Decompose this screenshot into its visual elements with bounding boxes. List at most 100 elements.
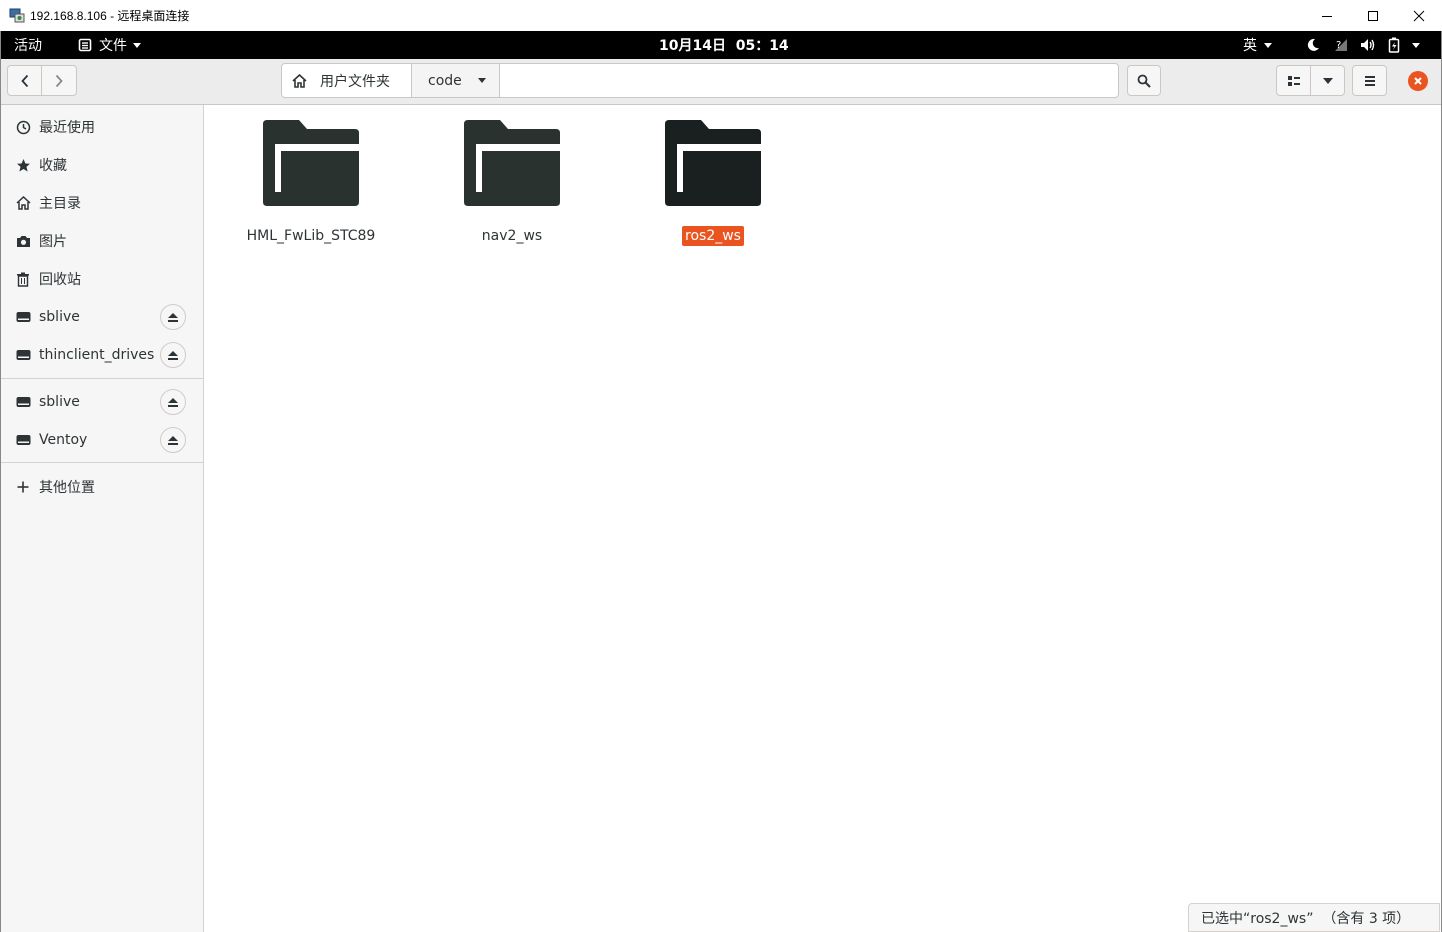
sidebar-item-sblive-2[interactable]: sblive <box>1 385 203 419</box>
folder-item[interactable]: HML_FwLib_STC89 <box>236 120 386 245</box>
input-method-label: 英 <box>1243 38 1257 54</box>
system-menu-button[interactable]: ? <box>1306 31 1420 59</box>
maximize-icon <box>1368 10 1378 21</box>
sidebar-item-sblive[interactable]: sblive <box>1 300 203 334</box>
close-icon <box>1413 10 1425 21</box>
volume-icon <box>1361 39 1375 51</box>
file-manager-icon <box>78 38 92 52</box>
input-method-button[interactable]: 英 <box>1243 31 1272 59</box>
clock-button[interactable]: 10月14日 05：14 <box>659 31 789 59</box>
sidebar-item-starred[interactable]: 收藏 <box>1 148 203 182</box>
drive-icon <box>15 394 31 410</box>
folder-icon <box>665 120 761 206</box>
chevron-down-icon <box>1264 42 1272 48</box>
maximize-button[interactable] <box>1350 0 1396 31</box>
chevron-right-icon <box>55 74 63 87</box>
sidebar-item-label: Ventoy <box>39 432 88 448</box>
nautilus-close-button[interactable] <box>1408 71 1428 91</box>
path-bar: 用户文件夹 code <box>281 63 1119 98</box>
eject-icon <box>168 435 178 445</box>
path-current-button[interactable]: code <box>412 64 500 97</box>
battery-icon <box>1388 37 1400 53</box>
sidebar-item-recent[interactable]: 最近使用 <box>1 110 203 144</box>
sidebar-separator <box>1 378 203 379</box>
sidebar-item-label: sblive <box>39 394 80 410</box>
drive-icon <box>15 347 31 363</box>
sidebar-item-label: 其他位置 <box>39 480 95 496</box>
folder-name: HML_FwLib_STC89 <box>246 228 376 244</box>
chevron-down-icon <box>133 42 141 48</box>
main-menu-button[interactable] <box>1352 65 1387 96</box>
sidebar-item-thinclient-drives[interactable]: thinclient_drives <box>1 338 203 372</box>
folder-item-selected[interactable]: ros2_ws <box>638 120 788 246</box>
chevron-down-icon <box>1322 77 1333 84</box>
eject-button[interactable] <box>160 427 186 453</box>
selection-status: 已选中“ros2_ws” （含有 3 项） <box>1188 903 1440 932</box>
forward-button[interactable] <box>41 65 77 96</box>
places-sidebar: 最近使用 收藏 主目录 图片 回收站 sblive thinclient_dri… <box>1 105 204 932</box>
camera-icon <box>15 233 31 249</box>
clock-icon <box>15 119 31 135</box>
sidebar-separator <box>1 462 203 463</box>
chevron-down-icon <box>477 78 486 83</box>
drive-icon <box>15 309 31 325</box>
trash-icon <box>15 271 31 287</box>
app-menu-button[interactable]: 文件 <box>78 31 141 59</box>
status-text: 已选中“ros2_ws” （含有 3 项） <box>1201 910 1411 927</box>
nautilus-headerbar: 用户文件夹 code <box>0 59 1442 105</box>
sidebar-item-label: thinclient_drives <box>39 347 155 363</box>
home-icon <box>15 195 31 211</box>
remote-desktop-icon <box>9 8 25 23</box>
minimize-button[interactable] <box>1304 0 1350 31</box>
view-toggle-button[interactable] <box>1276 65 1311 96</box>
hamburger-menu-icon <box>1364 75 1375 86</box>
file-icon-view: HML_FwLib_STC89 nav2_ws ros2_ws <box>204 105 1442 932</box>
close-window-button[interactable] <box>1396 0 1442 31</box>
path-home-button[interactable]: 用户文件夹 <box>282 64 412 97</box>
view-options-button[interactable] <box>1310 65 1345 96</box>
eject-button[interactable] <box>160 304 186 330</box>
eject-button[interactable] <box>160 342 186 368</box>
svg-text:?: ? <box>1336 40 1341 51</box>
sidebar-item-label: 图片 <box>39 234 67 250</box>
search-icon <box>1137 74 1151 88</box>
minimize-icon <box>1322 15 1332 17</box>
close-icon <box>1414 77 1422 85</box>
eject-icon <box>168 350 178 360</box>
rdp-titlebar: 192.168.8.106 - 远程桌面连接 <box>0 0 1442 32</box>
sidebar-item-label: 最近使用 <box>39 120 95 136</box>
gnome-top-bar: 活动 文件 10月14日 05：14 英 ? <box>0 31 1442 59</box>
eject-icon <box>168 312 178 322</box>
sidebar-item-ventoy[interactable]: Ventoy <box>1 423 203 457</box>
sidebar-item-label: 收藏 <box>39 158 67 174</box>
folder-item[interactable]: nav2_ws <box>437 120 587 245</box>
sidebar-item-home[interactable]: 主目录 <box>1 186 203 220</box>
home-icon <box>292 73 307 88</box>
window-border <box>0 31 1 932</box>
eject-icon <box>168 397 178 407</box>
sidebar-item-trash[interactable]: 回收站 <box>1 262 203 296</box>
path-current-label: code <box>428 72 462 89</box>
night-light-icon <box>1307 38 1319 51</box>
folder-name: ros2_ws <box>682 226 744 246</box>
sidebar-item-other-locations[interactable]: 其他位置 <box>1 470 203 504</box>
star-icon <box>15 157 31 173</box>
list-view-icon <box>1287 75 1300 86</box>
sidebar-item-label: 主目录 <box>39 196 81 212</box>
search-button[interactable] <box>1127 65 1161 96</box>
eject-button[interactable] <box>160 389 186 415</box>
rdp-window-title: 192.168.8.106 - 远程桌面连接 <box>30 9 190 23</box>
activities-button[interactable]: 活动 <box>14 31 42 59</box>
back-button[interactable] <box>7 65 42 96</box>
sidebar-item-label: sblive <box>39 309 80 325</box>
plus-icon <box>15 479 31 495</box>
chevron-down-icon <box>1412 42 1420 48</box>
clock-label: 10月14日 05：14 <box>659 38 789 54</box>
folder-icon <box>263 120 359 206</box>
path-home-label: 用户文件夹 <box>320 73 390 90</box>
sidebar-item-pictures[interactable]: 图片 <box>1 224 203 258</box>
network-offline-icon: ? <box>1335 39 1347 51</box>
app-menu-label: 文件 <box>99 38 127 54</box>
drive-icon <box>15 432 31 448</box>
activities-label: 活动 <box>14 38 42 54</box>
